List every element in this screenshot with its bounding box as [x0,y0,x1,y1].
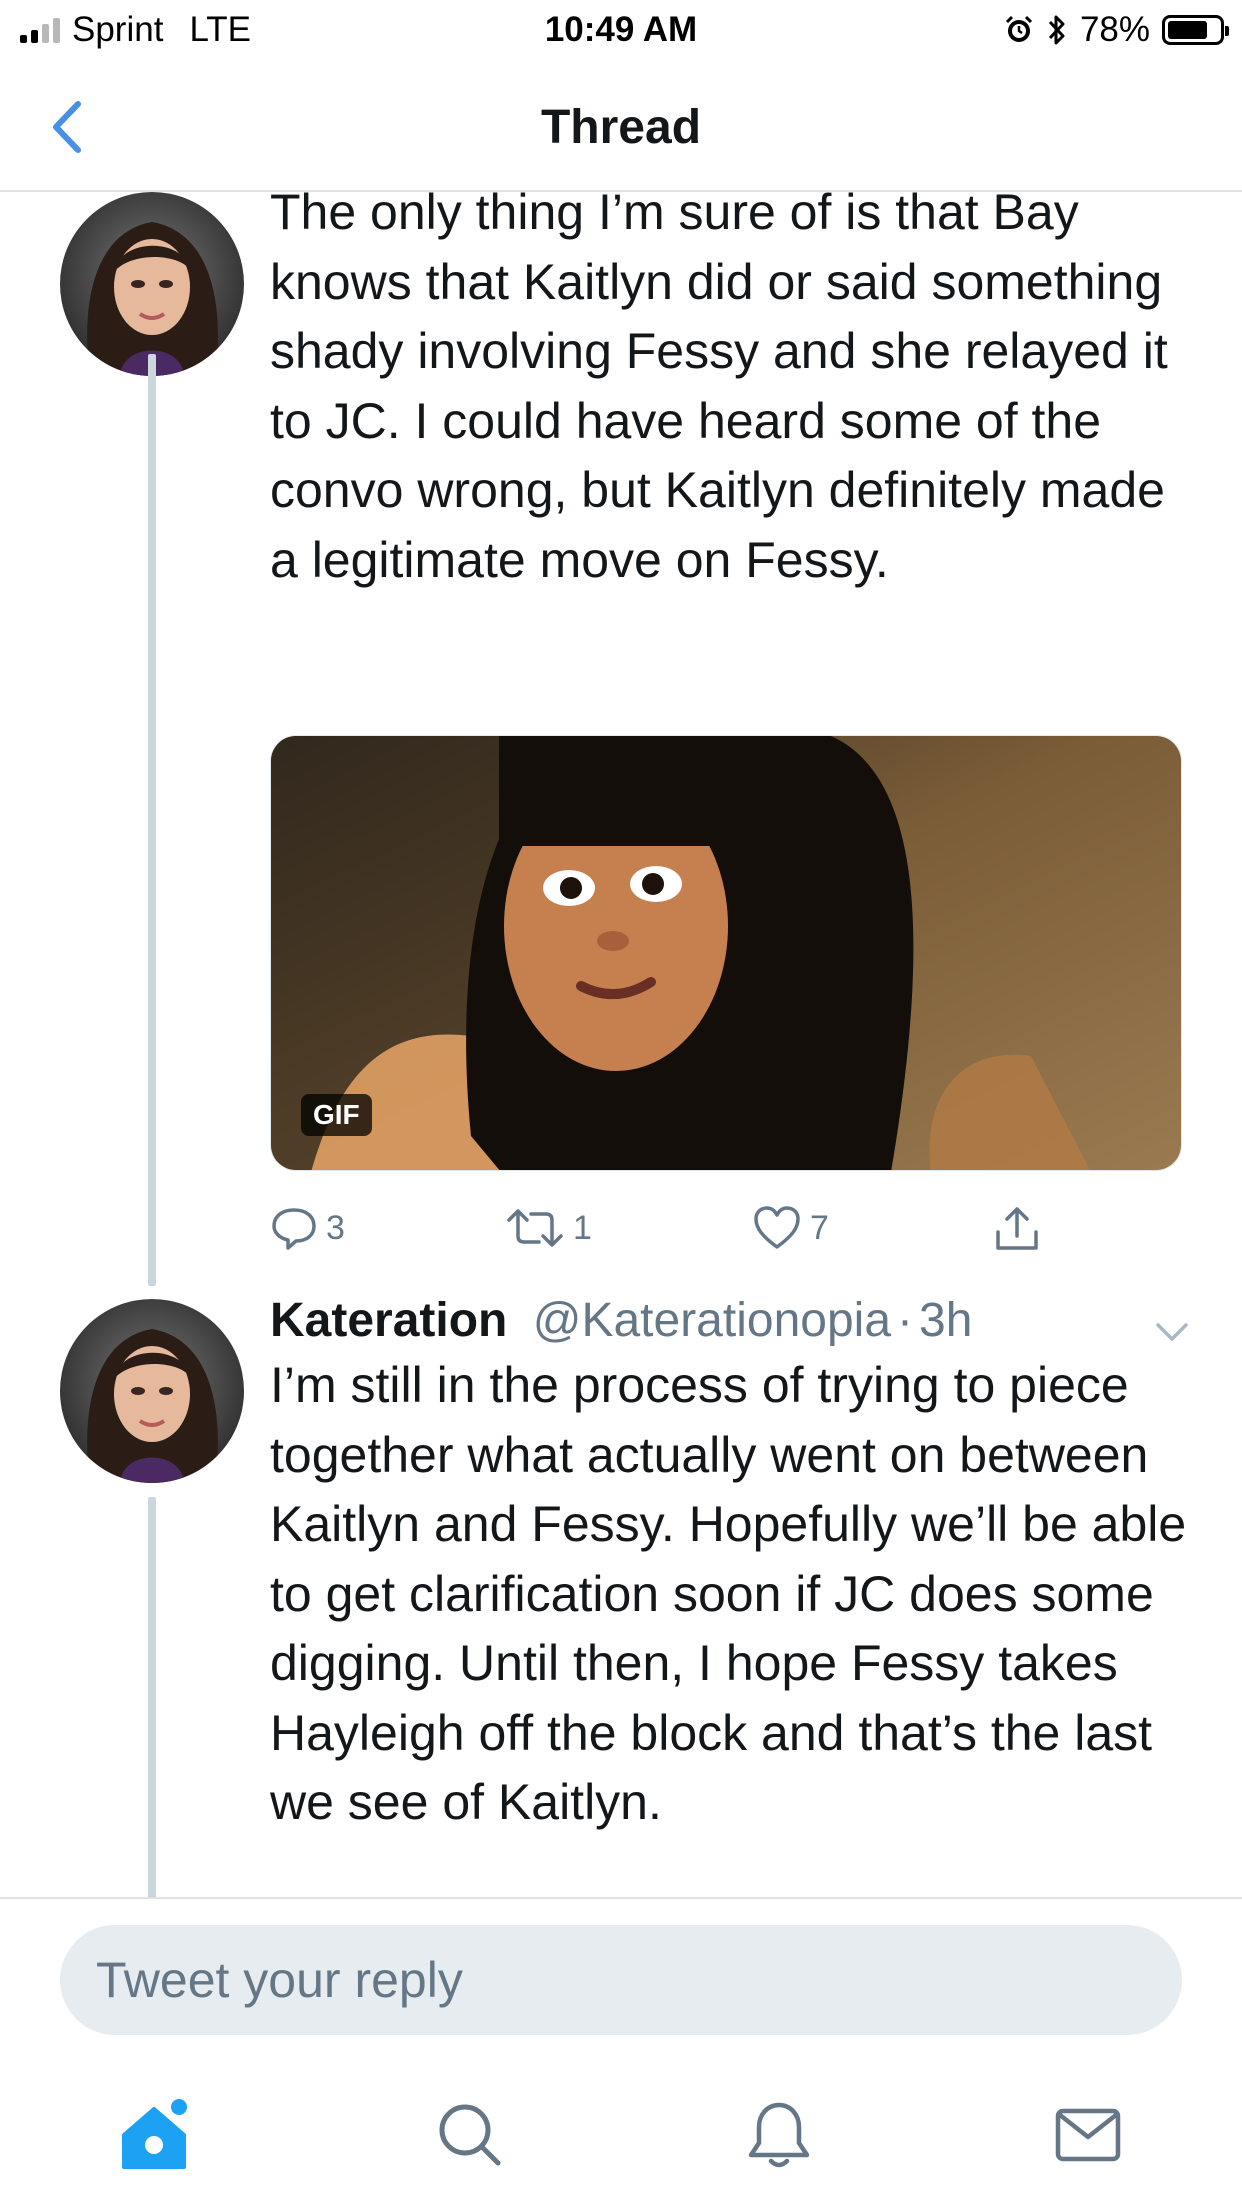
alarm-icon [1005,15,1032,42]
retweet-icon [507,1209,563,1247]
page-title: Thread [540,101,702,154]
chevron-down-icon[interactable] [1152,1317,1192,1347]
like-button[interactable]: 7 [752,1204,829,1252]
thread-timeline[interactable]: Kateration @Katerationopia The only thin… [0,192,1242,1897]
tweet[interactable]: Kateration @Katerationopia The only thin… [0,192,1242,1286]
avatar[interactable] [60,192,244,376]
reply-input[interactable] [60,1925,1182,2035]
tweet-header: Kateration @Katerationopia · 3h [270,1293,972,1348]
bluetooth-icon [1048,15,1065,45]
nav-bar: Thread [0,62,1242,192]
thread-line [148,354,156,1286]
share-button[interactable] [992,1204,1042,1254]
reply-button[interactable]: 3 [270,1204,345,1252]
retweet-count: 1 [573,1208,592,1247]
tab-messages[interactable] [1048,2095,1128,2175]
tweet-timestamp[interactable]: 3h [919,1294,972,1347]
user-handle[interactable]: @Katerationopia [533,1294,891,1347]
battery-fill [1168,21,1207,39]
gif-media[interactable]: GIF [270,735,1182,1171]
avatar[interactable] [60,1299,244,1483]
reply-icon [272,1208,316,1250]
reply-bar [0,1897,1242,2045]
like-count: 7 [810,1208,829,1247]
tab-notifications[interactable] [739,2095,819,2175]
display-name[interactable]: Kateration [270,1294,507,1347]
tweet[interactable]: Kateration @Katerationopia · 3h I’m still … [0,1294,1242,1897]
home-icon [122,2099,187,2169]
tab-search[interactable] [430,2095,510,2175]
tab-home[interactable] [116,2095,196,2175]
heart-icon [754,1206,800,1249]
thread-line [148,1497,156,1897]
bell-icon [748,2102,810,2168]
reply-count: 3 [326,1208,345,1247]
battery-icon [1162,15,1229,45]
tweet-actions [270,192,1050,252]
gif-badge: GIF [301,1094,372,1136]
separator-dot: · [897,1294,913,1347]
share-icon [996,1207,1038,1250]
status-bar: Sprint LTE 10:49 AM 78% [0,0,1242,62]
status-right: 78% [1004,10,1229,50]
tweet-text: I’m still in the process of trying to pi… [270,1357,1187,1830]
tweet-text: The only thing I’m sure of is that Bay k… [270,192,1168,588]
mail-icon [1055,2108,1121,2162]
tweet-actions: 3 1 7 [270,1204,1050,1264]
search-icon [439,2104,501,2166]
tab-bar [0,2045,1242,2208]
retweet-button[interactable]: 1 [505,1204,592,1252]
battery-percent: 78% [1079,10,1150,49]
